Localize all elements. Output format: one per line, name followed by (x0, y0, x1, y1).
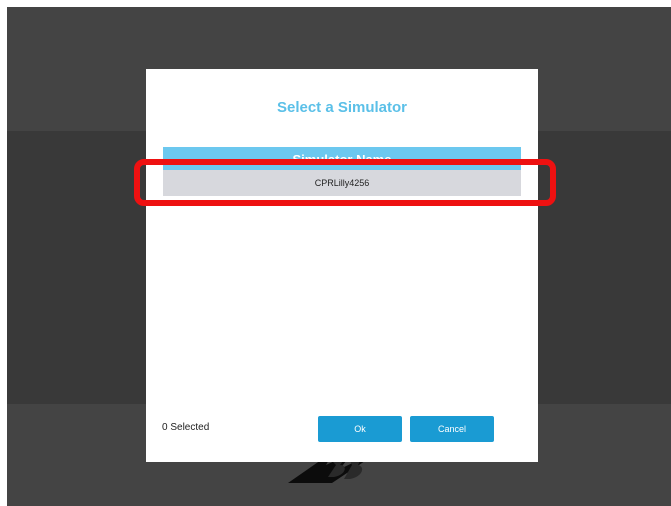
ok-button[interactable]: Ok (318, 416, 402, 442)
column-header-label: Simulator Name (292, 152, 392, 167)
dialog-title: Select a Simulator (276, 99, 408, 116)
cancel-button[interactable]: Cancel (410, 416, 494, 442)
simulator-name-cell: CPRLilly4256 (314, 178, 370, 188)
selected-count: 0 Selected (162, 422, 210, 433)
table-row[interactable]: CPRLilly4256 (163, 170, 521, 196)
select-simulator-dialog: Select a Simulator Simulator Name CPRLil… (146, 69, 538, 462)
table-header-simulator-name: Simulator Name (163, 147, 521, 172)
